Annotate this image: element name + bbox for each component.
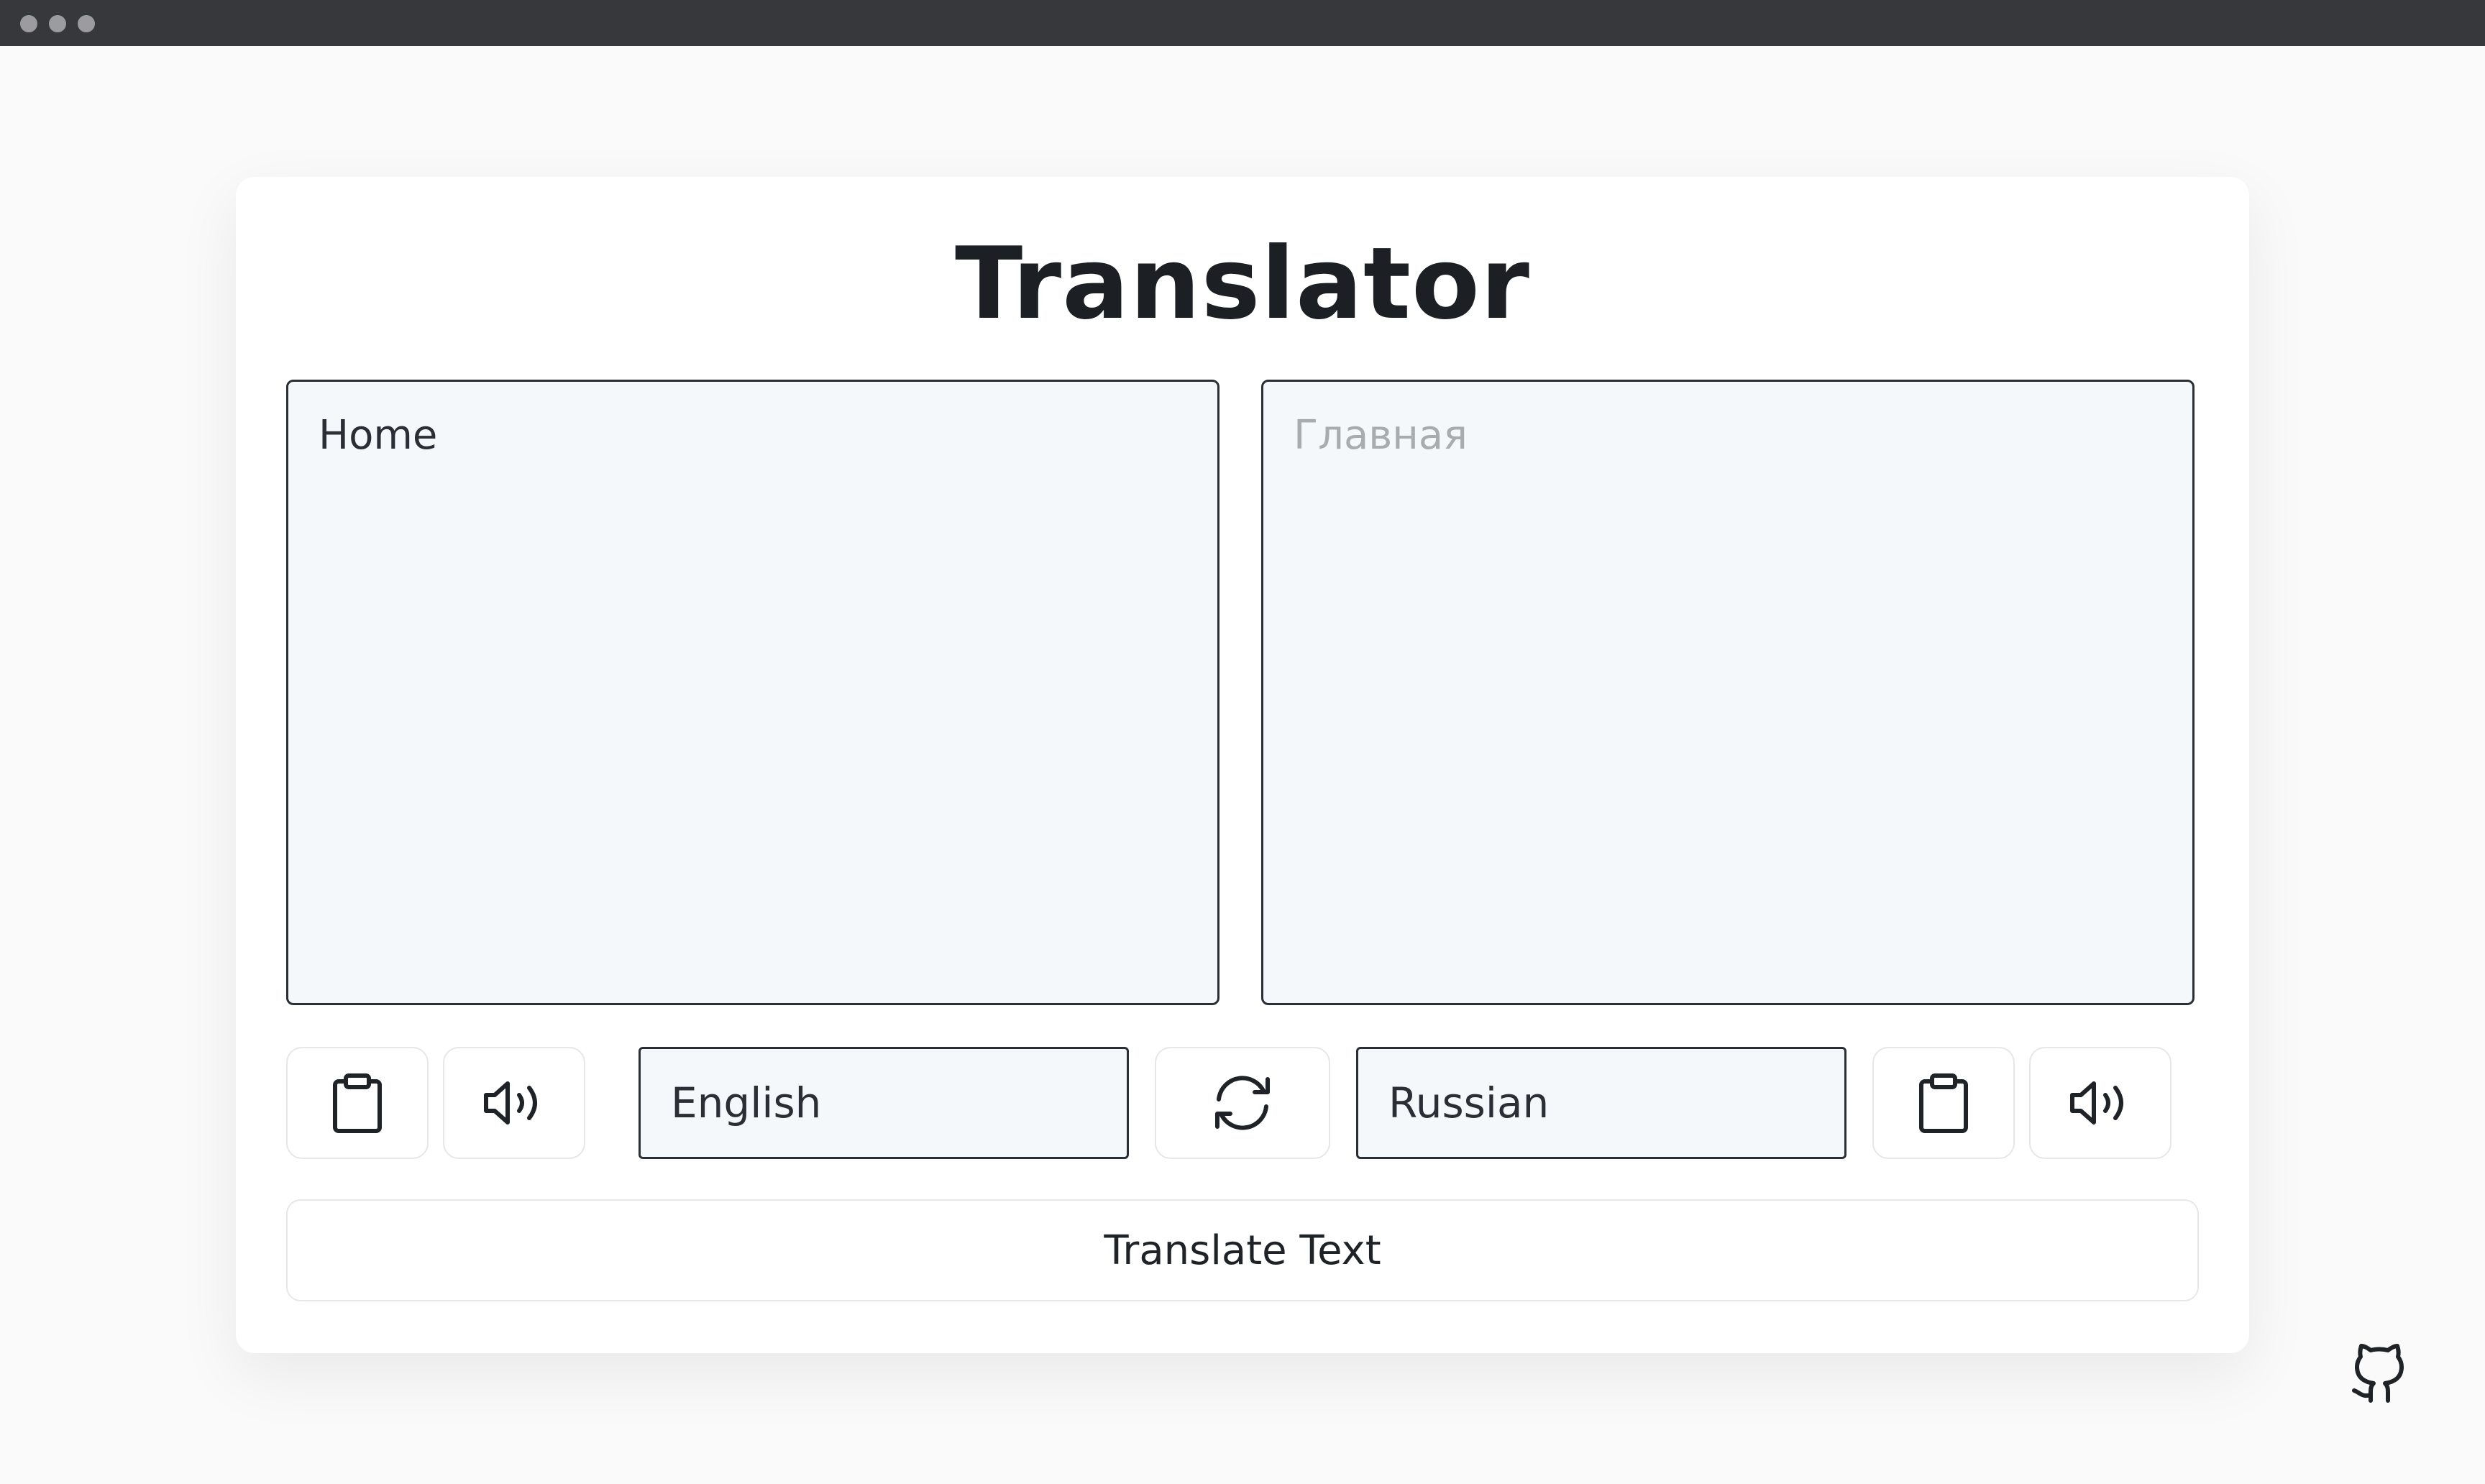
target-language-select[interactable]: Russian: [1356, 1047, 1846, 1159]
speak-target-button[interactable]: [2029, 1047, 2171, 1159]
speaker-icon: [483, 1079, 545, 1127]
source-language-select[interactable]: English: [639, 1047, 1129, 1159]
window-titlebar: [0, 0, 2485, 46]
page-title: Translator: [955, 226, 1530, 342]
copy-source-button[interactable]: [286, 1047, 429, 1159]
copy-target-button[interactable]: [1872, 1047, 2015, 1159]
github-link[interactable]: [2347, 1342, 2412, 1406]
swap-languages-button[interactable]: [1155, 1047, 1330, 1159]
window-control-dot[interactable]: [49, 15, 66, 32]
target-text-output[interactable]: [1261, 380, 2195, 1005]
clipboard-icon: [331, 1073, 383, 1133]
speaker-icon: [2069, 1079, 2131, 1127]
window-control-dot[interactable]: [78, 15, 95, 32]
translate-button[interactable]: Translate Text: [286, 1199, 2199, 1301]
window-control-dot[interactable]: [20, 15, 37, 32]
github-icon: [2347, 1344, 2412, 1409]
clipboard-icon: [1918, 1073, 1969, 1133]
exchange-icon: [1210, 1073, 1275, 1132]
source-text-input[interactable]: [286, 380, 1219, 1005]
speak-source-button[interactable]: [443, 1047, 585, 1159]
